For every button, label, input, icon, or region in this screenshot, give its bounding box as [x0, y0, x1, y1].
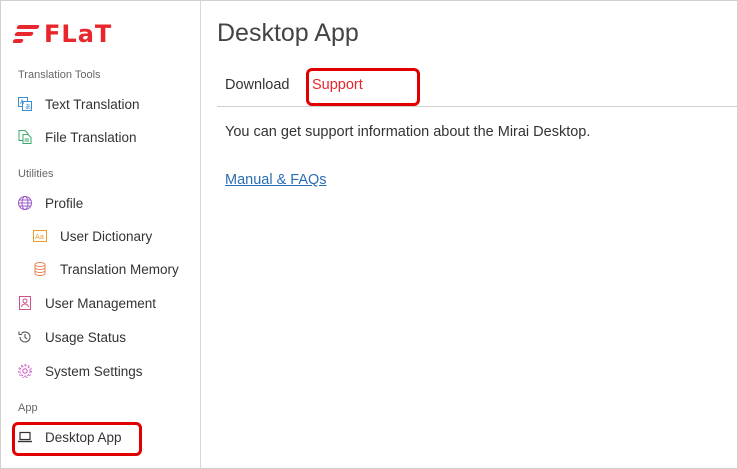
svg-text:Aa: Aa — [35, 233, 44, 241]
sidebar-item-label: Translation Memory — [60, 261, 179, 277]
logo-mark-icon — [12, 21, 41, 47]
sidebar-item-label: System Settings — [45, 363, 143, 379]
app-window: FLaT Translation Tools Aあ Text Translati… — [0, 0, 738, 469]
sidebar-item-label: Text Translation — [45, 96, 140, 112]
database-icon — [32, 261, 48, 277]
tab-bar: Download Support — [217, 68, 738, 107]
sidebar-item-file-translation[interactable]: File Translation — [1, 122, 200, 152]
svg-text:あ: あ — [25, 104, 31, 111]
sidebar-item-usage-status[interactable]: Usage Status — [1, 322, 200, 352]
sidebar-item-profile[interactable]: Profile — [1, 188, 200, 218]
dictionary-icon: Aa — [32, 228, 48, 244]
sidebar-item-label: File Translation — [45, 129, 137, 145]
sidebar-item-label: Profile — [45, 195, 84, 211]
tab-download[interactable]: Download — [225, 77, 290, 93]
page-title: Desktop App — [217, 19, 359, 47]
main-content: Desktop App Download Support You can get… — [202, 1, 738, 468]
manual-faqs-link[interactable]: Manual & FAQs — [225, 172, 327, 188]
sidebar-item-user-management[interactable]: User Management — [1, 288, 200, 318]
user-card-icon — [17, 295, 33, 311]
sidebar-item-system-settings[interactable]: System Settings — [1, 356, 200, 386]
text-translation-icon: Aあ — [17, 96, 33, 112]
section-label-utilities: Utilities — [18, 168, 54, 180]
history-icon — [17, 329, 33, 345]
section-label-translation-tools: Translation Tools — [18, 69, 101, 81]
section-label-app: App — [18, 402, 38, 414]
sidebar: FLaT Translation Tools Aあ Text Translati… — [1, 1, 201, 468]
sidebar-item-label: Usage Status — [45, 329, 127, 345]
logo[interactable]: FLaT — [12, 19, 113, 49]
globe-icon — [17, 195, 33, 211]
laptop-icon — [17, 429, 33, 445]
sidebar-item-label: User Management — [45, 295, 157, 311]
sidebar-item-translation-memory[interactable]: Translation Memory — [1, 254, 200, 284]
sidebar-item-label: Desktop App — [45, 429, 122, 445]
sidebar-item-label: User Dictionary — [60, 228, 153, 244]
logo-text: FLaT — [44, 20, 113, 48]
tab-support[interactable]: Support — [312, 77, 363, 93]
gear-icon — [17, 363, 33, 379]
file-translation-icon — [17, 129, 33, 145]
support-description: You can get support information about th… — [225, 124, 591, 140]
sidebar-item-user-dictionary[interactable]: Aa User Dictionary — [1, 221, 200, 251]
sidebar-item-desktop-app[interactable]: Desktop App — [1, 422, 200, 452]
sidebar-item-text-translation[interactable]: Aあ Text Translation — [1, 89, 200, 119]
